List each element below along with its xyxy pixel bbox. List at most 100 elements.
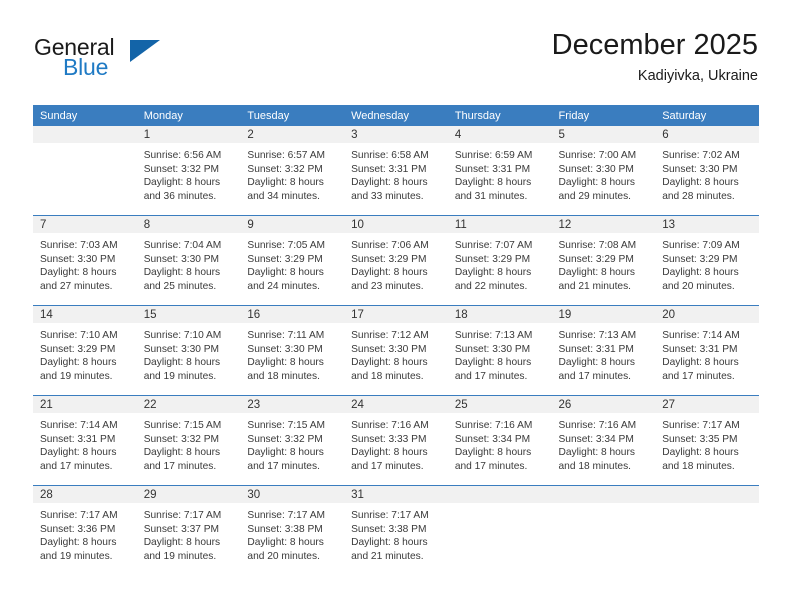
general-blue-logo[interactable]: General Blue	[34, 34, 214, 90]
day-cell-inner: 15 Sunrise: 7:10 AM Sunset: 3:30 PM Dayligh…	[136, 306, 241, 395]
calendar-day-cell[interactable]: 11 Sunrise: 7:07 AM Sunset: 3:29 PM Dayligh…	[447, 215, 552, 306]
day-info-sunrise: Sunrise: 7:03 AM	[40, 240, 118, 251]
day-number: 19	[551, 306, 656, 323]
day-sun-info: Sunrise: 7:10 AM Sunset: 3:29 PM Daylight:…	[33, 323, 137, 383]
calendar-day-cell[interactable]: 30 Sunrise: 7:17 AM Sunset: 3:38 PM Dayligh…	[240, 485, 345, 575]
day-info-sunrise: Sunrise: 7:17 AM	[143, 510, 222, 521]
day-number: 18	[447, 306, 552, 323]
calendar-day-cell[interactable]: 25 Sunrise: 7:16 AM Sunset: 3:34 PM Dayligh…	[447, 395, 552, 486]
calendar-day-cell[interactable]: 22 Sunrise: 7:15 AM Sunset: 3:32 PM Dayligh…	[136, 395, 241, 486]
day-sun-info: Sunrise: 7:12 AM Sunset: 3:30 PM Daylight:…	[344, 323, 448, 383]
calendar-day-cell[interactable]: 5 Sunrise: 7:00 AM Sunset: 3:30 PM Daylight…	[551, 126, 656, 216]
weekday-header-monday: Monday	[136, 105, 241, 126]
day-sun-info	[552, 503, 656, 509]
weekday-header-sunday: Sunday	[33, 105, 137, 126]
day-sun-info: Sunrise: 7:10 AM Sunset: 3:30 PM Daylight:…	[137, 323, 241, 383]
calendar-day-cell[interactable]: 2 Sunrise: 6:57 AM Sunset: 3:32 PM Daylight…	[240, 126, 345, 216]
day-info-sunset: Sunset: 3:31 PM	[40, 433, 116, 445]
day-info-daylight-l1: Daylight: 8 hours	[247, 267, 324, 279]
calendar-day-cell[interactable]: 15 Sunrise: 7:10 AM Sunset: 3:30 PM Dayligh…	[136, 305, 241, 396]
calendar-day-cell[interactable]: 27 Sunrise: 7:17 AM Sunset: 3:35 PM Dayligh…	[655, 395, 759, 486]
day-cell-inner: 25 Sunrise: 7:16 AM Sunset: 3:34 PM Dayligh…	[447, 396, 552, 485]
calendar-empty-cell	[447, 485, 552, 575]
day-info-daylight-l2: and 21 minutes.	[558, 280, 632, 292]
day-sun-info: Sunrise: 7:06 AM Sunset: 3:29 PM Daylight:…	[344, 233, 448, 293]
day-number: 28	[33, 486, 137, 503]
day-info-daylight-l2: and 29 minutes.	[558, 190, 632, 202]
calendar-day-cell[interactable]: 23 Sunrise: 7:15 AM Sunset: 3:32 PM Dayligh…	[240, 395, 345, 486]
calendar-day-cell[interactable]: 13 Sunrise: 7:09 AM Sunset: 3:29 PM Dayligh…	[655, 215, 759, 306]
day-info-sunset: Sunset: 3:31 PM	[351, 163, 427, 175]
day-info-daylight-l1: Daylight: 8 hours	[247, 177, 324, 189]
weekday-header-wednesday: Wednesday	[344, 105, 448, 126]
day-info-daylight-l2: and 22 minutes.	[454, 280, 528, 292]
calendar-day-cell[interactable]: 28 Sunrise: 7:17 AM Sunset: 3:36 PM Dayligh…	[33, 485, 137, 575]
day-sun-info: Sunrise: 7:16 AM Sunset: 3:34 PM Daylight:…	[448, 413, 552, 473]
calendar-day-cell[interactable]: 24 Sunrise: 7:16 AM Sunset: 3:33 PM Dayligh…	[344, 395, 448, 486]
day-info-daylight-l1: Daylight: 8 hours	[662, 447, 739, 459]
day-cell-inner: 7 Sunrise: 7:03 AM Sunset: 3:30 PM Daylight…	[33, 216, 137, 305]
calendar-day-cell[interactable]: 6 Sunrise: 7:02 AM Sunset: 3:30 PM Daylight…	[655, 126, 759, 216]
day-number: 20	[655, 306, 759, 323]
day-info-daylight-l1: Daylight: 8 hours	[454, 267, 532, 279]
day-info-daylight-l2: and 27 minutes.	[40, 280, 113, 292]
day-info-daylight-l2: and 20 minutes.	[247, 550, 320, 562]
day-number: 15	[136, 306, 241, 323]
day-info-sunrise: Sunrise: 7:17 AM	[40, 510, 118, 521]
calendar-day-cell[interactable]: 9 Sunrise: 7:05 AM Sunset: 3:29 PM Daylight…	[240, 215, 345, 306]
day-sun-info: Sunrise: 7:15 AM Sunset: 3:32 PM Daylight:…	[240, 413, 344, 473]
day-number: 11	[447, 216, 552, 233]
calendar-day-cell[interactable]: 31 Sunrise: 7:17 AM Sunset: 3:38 PM Dayligh…	[344, 485, 448, 575]
calendar-header-row: Sunday Monday Tuesday Wednesday Thursday Frid…	[33, 105, 759, 126]
calendar-day-cell[interactable]: 16 Sunrise: 7:11 AM Sunset: 3:30 PM Dayligh…	[240, 305, 345, 396]
calendar-empty-cell	[655, 485, 759, 575]
day-info-daylight-l2: and 36 minutes.	[143, 190, 217, 202]
day-cell-inner: 8 Sunrise: 7:04 AM Sunset: 3:30 PM Daylight…	[136, 216, 241, 305]
day-info-daylight-l2: and 18 minutes.	[247, 370, 320, 382]
day-info-daylight-l1: Daylight: 8 hours	[454, 177, 532, 189]
calendar-day-cell[interactable]: 21 Sunrise: 7:14 AM Sunset: 3:31 PM Dayligh…	[33, 395, 137, 486]
day-info-sunrise: Sunrise: 7:08 AM	[558, 240, 637, 251]
calendar-day-cell[interactable]: 17 Sunrise: 7:12 AM Sunset: 3:30 PM Dayligh…	[344, 305, 448, 396]
day-info-sunrise: Sunrise: 6:57 AM	[247, 150, 325, 161]
calendar-day-cell[interactable]: 10 Sunrise: 7:06 AM Sunset: 3:29 PM Dayligh…	[344, 215, 448, 306]
day-cell-inner	[551, 486, 656, 575]
day-info-sunrise: Sunrise: 7:04 AM	[143, 240, 222, 251]
day-info-daylight-l2: and 18 minutes.	[558, 460, 632, 472]
weekday-header-tuesday: Tuesday	[240, 105, 345, 126]
day-number	[447, 486, 552, 503]
calendar-empty-cell	[551, 485, 656, 575]
calendar-day-cell[interactable]: 8 Sunrise: 7:04 AM Sunset: 3:30 PM Daylight…	[136, 215, 241, 306]
weekday-header-saturday: Saturday	[655, 105, 759, 126]
day-info-sunset: Sunset: 3:32 PM	[247, 163, 323, 175]
day-info-sunrise: Sunrise: 7:10 AM	[143, 330, 222, 341]
day-info-daylight-l1: Daylight: 8 hours	[247, 537, 324, 549]
day-number: 17	[344, 306, 448, 323]
calendar-day-cell[interactable]: 18 Sunrise: 7:13 AM Sunset: 3:30 PM Dayligh…	[447, 305, 552, 396]
calendar-day-cell[interactable]: 26 Sunrise: 7:16 AM Sunset: 3:34 PM Dayligh…	[551, 395, 656, 486]
day-number: 1	[136, 126, 241, 143]
calendar-day-cell[interactable]: 29 Sunrise: 7:17 AM Sunset: 3:37 PM Dayligh…	[136, 485, 241, 575]
day-info-sunrise: Sunrise: 7:17 AM	[247, 510, 325, 521]
day-cell-inner: 14 Sunrise: 7:10 AM Sunset: 3:29 PM Dayligh…	[33, 306, 137, 395]
day-info-sunset: Sunset: 3:30 PM	[454, 343, 531, 355]
day-cell-inner: 22 Sunrise: 7:15 AM Sunset: 3:32 PM Dayligh…	[136, 396, 241, 485]
calendar-day-cell[interactable]: 12 Sunrise: 7:08 AM Sunset: 3:29 PM Dayligh…	[551, 215, 656, 306]
day-info-sunset: Sunset: 3:31 PM	[662, 343, 738, 355]
calendar-day-cell[interactable]: 4 Sunrise: 6:59 AM Sunset: 3:31 PM Daylight…	[447, 126, 552, 216]
calendar-day-cell[interactable]: 1 Sunrise: 6:56 AM Sunset: 3:32 PM Daylight…	[136, 126, 241, 216]
calendar-day-cell[interactable]: 3 Sunrise: 6:58 AM Sunset: 3:31 PM Daylight…	[344, 126, 448, 216]
calendar-day-cell[interactable]: 19 Sunrise: 7:13 AM Sunset: 3:31 PM Dayligh…	[551, 305, 656, 396]
calendar-day-cell[interactable]: 7 Sunrise: 7:03 AM Sunset: 3:30 PM Daylight…	[33, 215, 137, 306]
day-info-daylight-l1: Daylight: 8 hours	[558, 357, 635, 369]
calendar-day-cell[interactable]: 14 Sunrise: 7:10 AM Sunset: 3:29 PM Dayligh…	[33, 305, 137, 396]
day-info-sunrise: Sunrise: 7:15 AM	[143, 420, 222, 431]
day-sun-info: Sunrise: 7:14 AM Sunset: 3:31 PM Daylight:…	[655, 323, 759, 383]
weekday-header-friday: Friday	[551, 105, 656, 126]
day-cell-inner: 9 Sunrise: 7:05 AM Sunset: 3:29 PM Daylight…	[240, 216, 345, 305]
day-info-daylight-l2: and 19 minutes.	[143, 550, 217, 562]
day-info-daylight-l1: Daylight: 8 hours	[143, 267, 221, 279]
sunrise-sunset-calendar-table: Sunday Monday Tuesday Wednesday Thursday Frid…	[33, 105, 759, 575]
calendar-day-cell[interactable]: 20 Sunrise: 7:14 AM Sunset: 3:31 PM Dayligh…	[655, 305, 759, 396]
day-info-sunset: Sunset: 3:32 PM	[143, 433, 220, 445]
